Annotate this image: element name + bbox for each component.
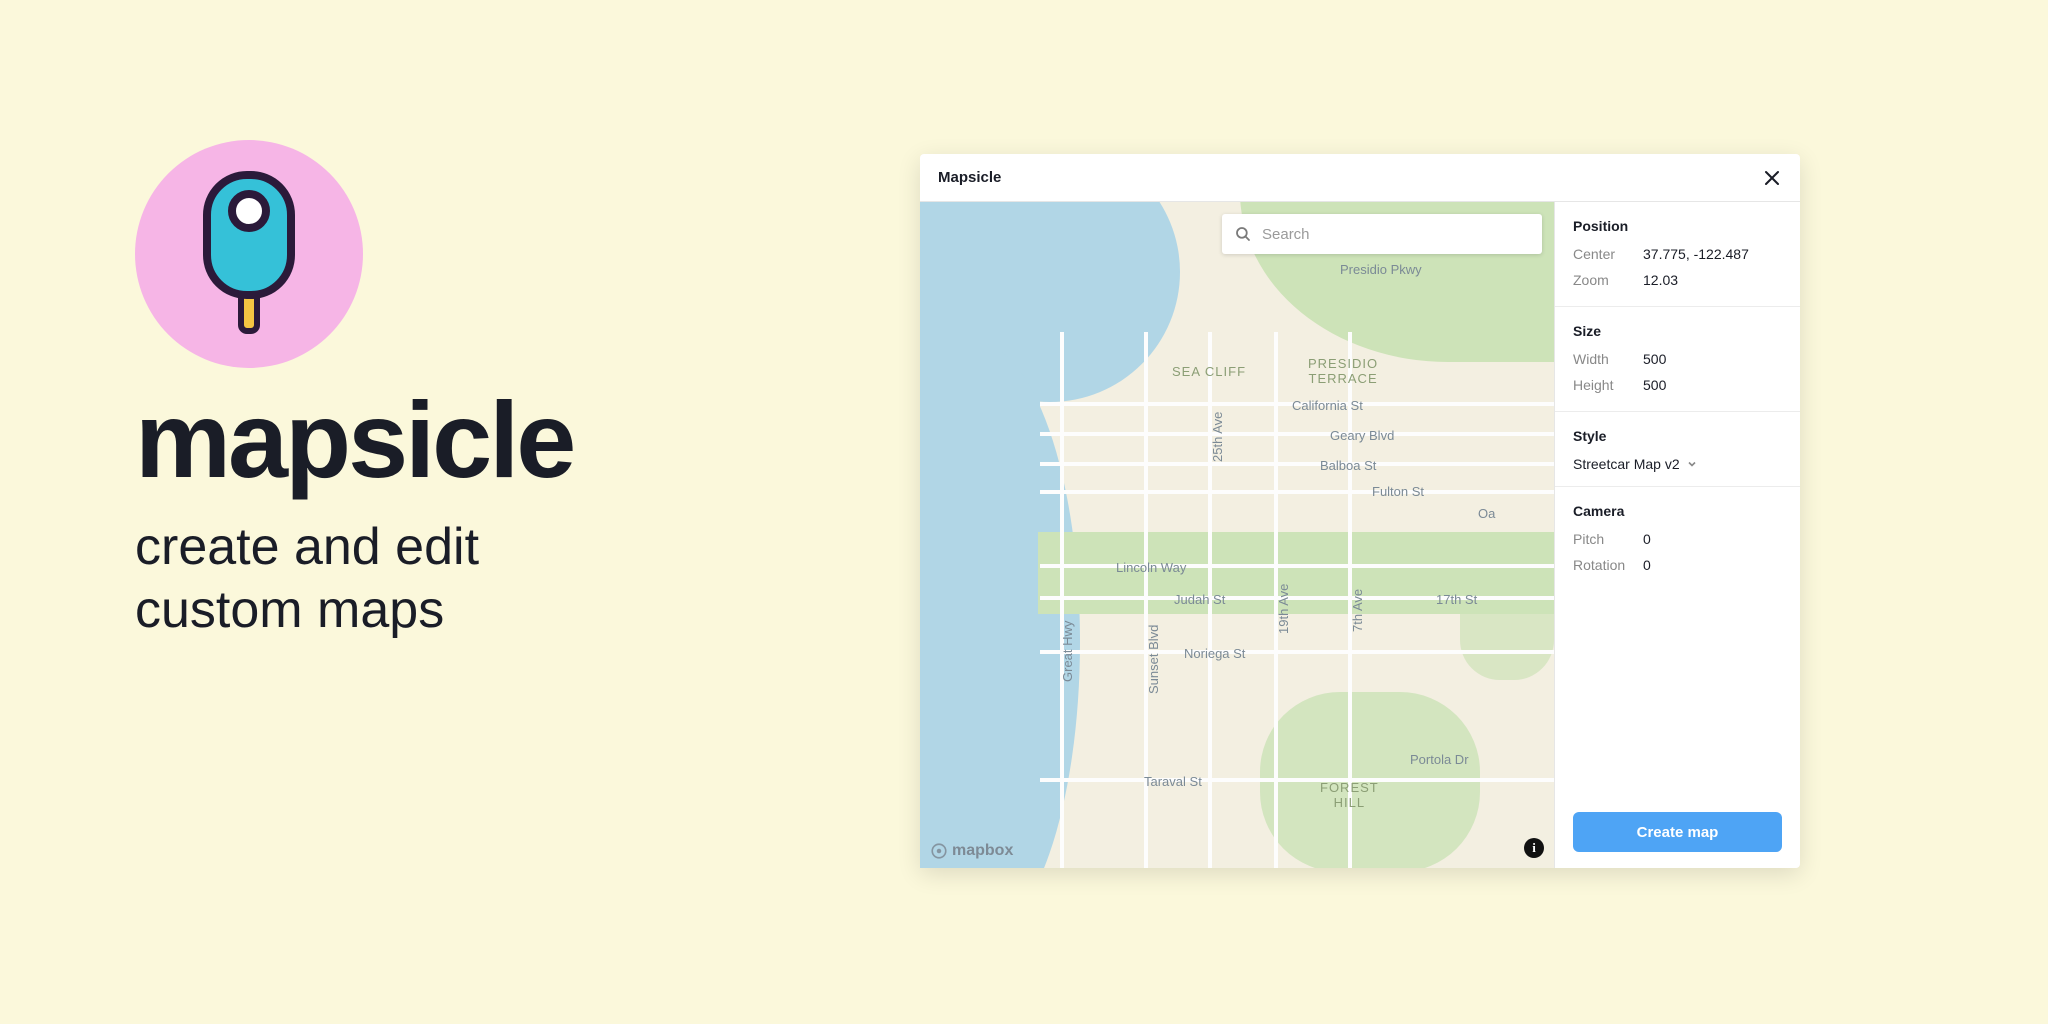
- map-search[interactable]: [1222, 214, 1542, 254]
- street-label: Great Hwy: [1060, 621, 1075, 682]
- street-label: Fulton St: [1372, 484, 1424, 499]
- street-label: Judah St: [1174, 592, 1225, 607]
- map-road: [1040, 432, 1554, 436]
- district-label: PRESIDIOTERRACE: [1308, 356, 1378, 386]
- row-zoom: Zoom 12.03: [1573, 272, 1782, 288]
- popsicle-icon: [199, 169, 299, 339]
- hero-title: mapsicle: [135, 386, 573, 494]
- map-park: [1460, 562, 1554, 680]
- row-width: Width 500: [1573, 351, 1782, 367]
- street-label: Geary Blvd: [1330, 428, 1394, 443]
- street-label: Balboa St: [1320, 458, 1376, 473]
- card-title: Mapsicle: [938, 169, 1001, 186]
- hero: mapsicle create and edit custom maps: [135, 140, 573, 643]
- close-icon: [1763, 169, 1781, 187]
- divider: [1555, 411, 1800, 412]
- row-rotation: Rotation 0: [1573, 557, 1782, 573]
- street-label: Portola Dr: [1410, 752, 1469, 767]
- row-height: Height 500: [1573, 377, 1782, 393]
- divider: [1555, 306, 1800, 307]
- street-label: Taraval St: [1144, 774, 1202, 789]
- section-title-camera: Camera: [1573, 503, 1782, 519]
- search-icon: [1234, 225, 1252, 243]
- section-title-size: Size: [1573, 323, 1782, 339]
- street-label: 17th St: [1436, 592, 1477, 607]
- divider: [1555, 486, 1800, 487]
- mapbox-icon: [930, 842, 948, 860]
- street-label: 7th Ave: [1350, 589, 1365, 632]
- map-road: [1060, 332, 1064, 868]
- street-label: Sunset Blvd: [1146, 625, 1161, 694]
- create-map-button[interactable]: Create map: [1573, 812, 1782, 852]
- street-label: Lincoln Way: [1116, 560, 1186, 575]
- logo-badge: [135, 140, 363, 368]
- label-zoom: Zoom: [1573, 272, 1643, 288]
- hero-subtitle: create and edit custom maps: [135, 516, 573, 643]
- label-pitch: Pitch: [1573, 531, 1643, 547]
- map-road: [1040, 778, 1554, 782]
- label-height: Height: [1573, 377, 1643, 393]
- value-width[interactable]: 500: [1643, 351, 1666, 367]
- map-canvas[interactable]: Presidio Pkwy California St Geary Blvd Balb…: [920, 202, 1554, 868]
- plugin-card: Mapsicle: [920, 154, 1800, 868]
- style-select[interactable]: Streetcar Map v2: [1573, 456, 1782, 472]
- map-road: [1040, 650, 1554, 654]
- map-road: [1040, 462, 1554, 466]
- map-attribution: mapbox: [930, 842, 1013, 860]
- street-label: Presidio Pkwy: [1340, 262, 1422, 277]
- label-rotation: Rotation: [1573, 557, 1643, 573]
- style-selected: Streetcar Map v2: [1573, 456, 1680, 472]
- label-width: Width: [1573, 351, 1643, 367]
- map-info-button[interactable]: i: [1524, 838, 1544, 858]
- street-label: 19th Ave: [1276, 584, 1291, 634]
- card-header: Mapsicle: [920, 154, 1800, 202]
- street-label: Noriega St: [1184, 646, 1245, 661]
- map-road: [1040, 490, 1554, 494]
- street-label: Oa: [1478, 506, 1495, 521]
- close-button[interactable]: [1758, 164, 1786, 192]
- properties-panel: Position Center 37.775, -122.487 Zoom 12…: [1554, 202, 1800, 868]
- label-center: Center: [1573, 246, 1643, 262]
- map-attribution-text: mapbox: [952, 842, 1013, 860]
- value-rotation[interactable]: 0: [1643, 557, 1651, 573]
- street-label: California St: [1292, 398, 1363, 413]
- section-title-position: Position: [1573, 218, 1782, 234]
- value-zoom[interactable]: 12.03: [1643, 272, 1678, 288]
- district-label: FORESTHILL: [1320, 780, 1379, 810]
- street-label: 25th Ave: [1210, 412, 1225, 462]
- section-title-style: Style: [1573, 428, 1782, 444]
- value-pitch[interactable]: 0: [1643, 531, 1651, 547]
- row-pitch: Pitch 0: [1573, 531, 1782, 547]
- district-label: SEA CLIFF: [1172, 364, 1246, 379]
- search-input[interactable]: [1262, 226, 1530, 243]
- row-center: Center 37.775, -122.487: [1573, 246, 1782, 262]
- chevron-down-icon: [1686, 458, 1698, 470]
- value-center[interactable]: 37.775, -122.487: [1643, 246, 1749, 262]
- value-height[interactable]: 500: [1643, 377, 1666, 393]
